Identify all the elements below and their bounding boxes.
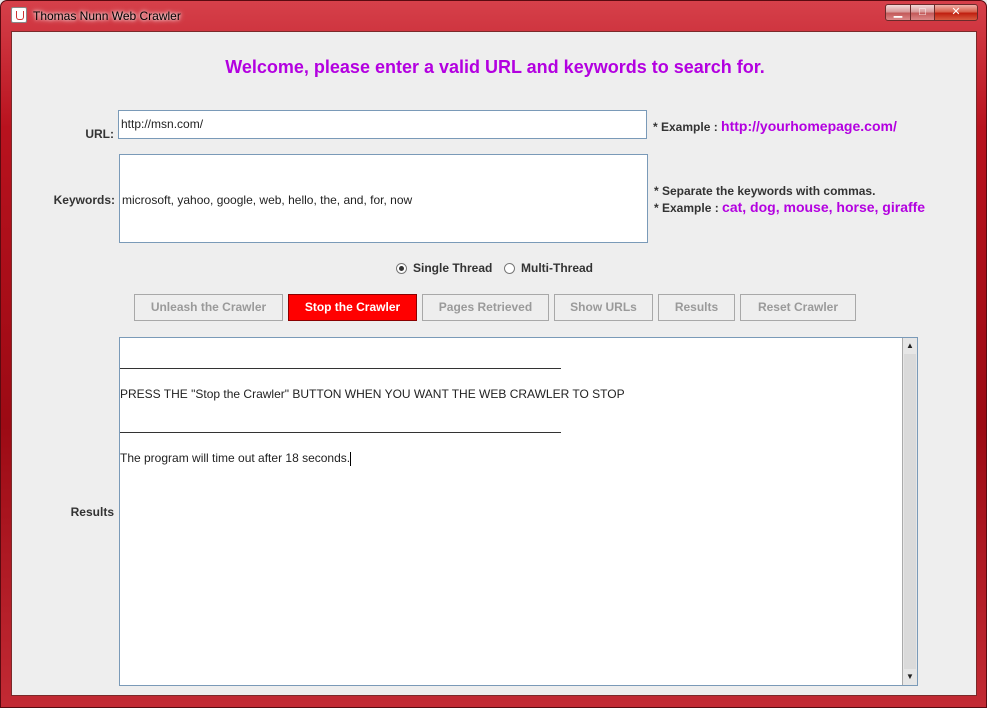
welcome-heading: Welcome, please enter a valid URL and ke… <box>225 57 765 77</box>
url-label: URL: <box>85 127 114 141</box>
scroll-track[interactable] <box>904 354 916 669</box>
reset-crawler-button[interactable]: Reset Crawler <box>740 294 856 321</box>
close-button[interactable]: ✕ <box>934 4 978 21</box>
keywords-hint-separator: * Separate the keywords with commas. <box>654 184 876 198</box>
results-label: Results <box>70 505 114 519</box>
results-button[interactable]: Results <box>658 294 735 321</box>
scroll-up-arrow-icon[interactable]: ▲ <box>904 339 916 353</box>
maximize-button[interactable]: □ <box>910 4 935 21</box>
window-bottom-frame <box>1 697 986 708</box>
results-timeout-line: The program will time out after 18 secon… <box>120 451 352 466</box>
url-hint: * Example : http://yourhomepage.com/ <box>653 118 897 134</box>
multi-thread-radio[interactable] <box>504 262 515 274</box>
window-title: Thomas Nunn Web Crawler <box>33 9 181 23</box>
multi-thread-label: Multi-Thread <box>521 261 593 275</box>
url-hint-prefix: * Example : <box>653 120 718 134</box>
divider-bottom <box>120 432 561 433</box>
timeout-text: The program will time out after 18 secon… <box>120 451 351 465</box>
single-thread-option[interactable]: Single Thread <box>396 261 492 275</box>
single-thread-label: Single Thread <box>413 261 493 275</box>
url-hint-example: http://yourhomepage.com/ <box>721 118 897 134</box>
title-bar[interactable]: Thomas Nunn Web Crawler ▁ □ ✕ <box>1 1 986 31</box>
multi-thread-option[interactable]: Multi-Thread <box>504 261 593 275</box>
keywords-hint-example-row: * Example : cat, dog, mouse, horse, gira… <box>654 199 925 215</box>
results-stop-instruction: PRESS THE "Stop the Crawler" BUTTON WHEN… <box>120 387 625 401</box>
show-urls-button[interactable]: Show URLs <box>554 294 653 321</box>
keywords-textarea[interactable]: microsoft, yahoo, google, web, hello, th… <box>119 154 648 243</box>
text-caret <box>350 451 352 466</box>
unleash-crawler-button[interactable]: Unleash the Crawler <box>134 294 283 321</box>
results-scrollbar[interactable]: ▲ ▼ <box>902 338 917 685</box>
main-panel: Welcome, please enter a valid URL and ke… <box>11 31 977 696</box>
results-textarea[interactable]: PRESS THE "Stop the Crawler" BUTTON WHEN… <box>119 337 918 686</box>
stop-crawler-button[interactable]: Stop the Crawler <box>288 294 417 321</box>
url-input[interactable]: http://msn.com/ <box>118 110 647 139</box>
keywords-hint-prefix: * Example : <box>654 201 719 215</box>
minimize-button[interactable]: ▁ <box>885 4 911 21</box>
app-window: Thomas Nunn Web Crawler ▁ □ ✕ Welcome, p… <box>0 0 987 708</box>
java-app-icon <box>11 7 27 23</box>
pages-retrieved-button[interactable]: Pages Retrieved <box>422 294 549 321</box>
single-thread-radio[interactable] <box>396 262 407 274</box>
divider-top <box>120 368 561 369</box>
keywords-label: Keywords: <box>53 193 115 207</box>
scroll-down-arrow-icon[interactable]: ▼ <box>904 670 916 684</box>
keywords-hint-example: cat, dog, mouse, horse, giraffe <box>722 199 926 215</box>
